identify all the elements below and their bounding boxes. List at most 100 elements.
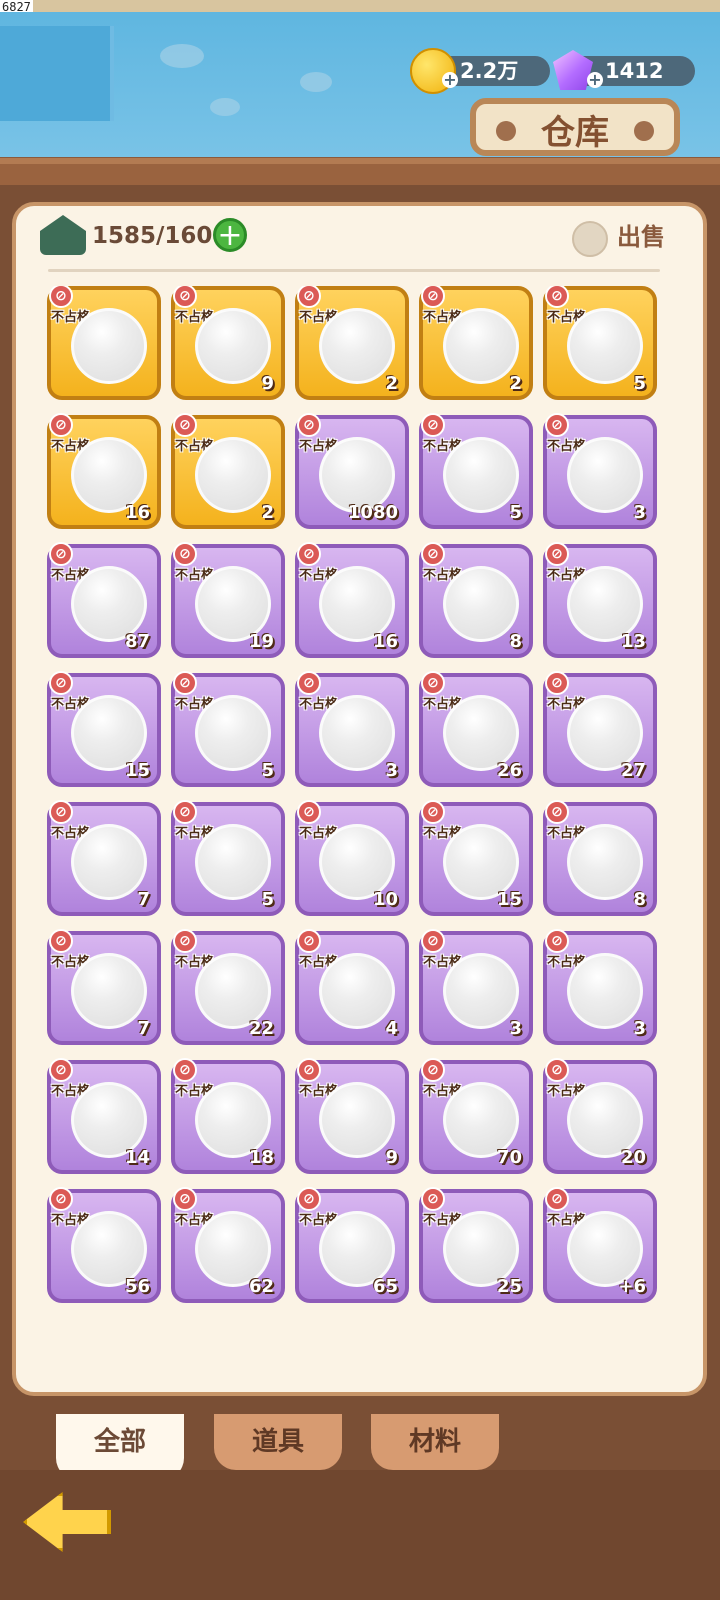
no-slot-icon: ⊘ (545, 929, 569, 953)
item-slot[interactable]: ⊘ 不占格 10 (295, 800, 409, 916)
footer-bar (0, 1470, 720, 1600)
no-slot-icon: ⊘ (297, 671, 321, 695)
item-slot[interactable]: ⊘ 不占格 (47, 286, 161, 400)
item-count: 3 (509, 1018, 522, 1039)
item-count: 7 (137, 889, 150, 910)
item-slot[interactable]: ⊘ 不占格 9 (171, 286, 285, 400)
sell-label[interactable]: 出售 (617, 221, 665, 253)
item-slot[interactable]: ⊘ 不占格 3 (419, 929, 533, 1045)
item-slot[interactable]: ⊘ 不占格 4 (295, 929, 409, 1045)
coin-pill[interactable]: + 2.2万 (410, 48, 550, 94)
item-slot[interactable]: ⊘ 不占格 87 (47, 542, 161, 658)
fish-decoration (160, 44, 204, 68)
hat-cat-icon (195, 824, 271, 900)
item-count: 16 (124, 502, 150, 523)
item-count: 15 (496, 889, 522, 910)
item-slot[interactable]: ⊘ 不占格 7 (47, 800, 161, 916)
item-slot[interactable]: ⊘ 不占格 3 (543, 413, 657, 529)
no-slot-icon: ⊘ (49, 929, 73, 953)
no-slot-icon: ⊘ (545, 542, 569, 566)
biscuit-icon (195, 695, 271, 771)
no-slot-icon: ⊘ (545, 800, 569, 824)
item-slot[interactable]: ⊘ 不占格 14 (47, 1058, 161, 1174)
mummy-cat-icon (71, 824, 147, 900)
clock-icon (443, 437, 519, 513)
item-slot[interactable]: ⊘ 不占格 3 (543, 929, 657, 1045)
item-slot[interactable]: ⊘ 不占格 +6 (543, 1187, 657, 1303)
no-slot-icon: ⊘ (297, 413, 321, 437)
item-slot[interactable]: ⊘ 不占格 3 (295, 671, 409, 787)
gem-value: 1412 (605, 59, 664, 83)
item-count: 62 (248, 1276, 274, 1297)
top-scene: 6827 + 2.2万 + 1412 仓库 (0, 0, 720, 185)
item-slot[interactable]: ⊘ 不占格 5 (171, 800, 285, 916)
item-slot[interactable]: ⊘ 不占格 15 (47, 671, 161, 787)
item-slot[interactable]: ⊘ 不占格 15 (419, 800, 533, 916)
item-count: 3 (385, 760, 398, 781)
item-count: 25 (496, 1276, 522, 1297)
item-slot[interactable]: ⊘ 不占格 20 (543, 1058, 657, 1174)
item-count: 16 (372, 631, 398, 652)
item-count: 4 (385, 1018, 398, 1039)
item-count: 14 (124, 1147, 150, 1168)
no-slot-icon: ⊘ (421, 413, 445, 437)
crystal-bottle-icon (567, 437, 643, 513)
coin-value: 2.2万 (460, 59, 519, 83)
add-gems-icon: + (587, 70, 603, 89)
item-slot[interactable]: ⊘ 不占格 9 (295, 1058, 409, 1174)
item-slot[interactable]: ⊘ 不占格 27 (543, 671, 657, 787)
item-slot[interactable]: ⊘ 不占格 1080 (295, 413, 409, 529)
no-slot-icon: ⊘ (297, 1187, 321, 1211)
no-slot-icon: ⊘ (297, 542, 321, 566)
item-slot[interactable]: ⊘ 不占格 8 (543, 800, 657, 916)
no-slot-icon: ⊘ (173, 413, 197, 437)
item-slot[interactable]: ⊘ 不占格 65 (295, 1187, 409, 1303)
gem-pill[interactable]: + 1412 (553, 50, 695, 90)
tab-material[interactable]: 材料 (371, 1414, 499, 1470)
cloud-cat-icon (195, 308, 271, 384)
tab-bar: 全部 道具 材料 (0, 1396, 720, 1480)
feather-cat-icon (567, 824, 643, 900)
no-slot-icon: ⊘ (421, 929, 445, 953)
sell-toggle[interactable] (572, 221, 608, 257)
item-slot[interactable]: ⊘ 不占格 8 (419, 542, 533, 658)
item-slot[interactable]: ⊘ 不占格 25 (419, 1187, 533, 1303)
item-slot[interactable]: ⊘ 不占格 2 (295, 286, 409, 400)
item-slot[interactable]: ⊘ 不占格 16 (47, 413, 161, 529)
item-slot[interactable]: ⊘ 不占格 56 (47, 1187, 161, 1303)
add-capacity-button[interactable]: + (213, 218, 247, 252)
item-slot[interactable]: ⊘ 不占格 13 (543, 542, 657, 658)
item-slot[interactable]: ⊘ 不占格 70 (419, 1058, 533, 1174)
item-count: 1080 (347, 502, 398, 523)
item-slot[interactable]: ⊘ 不占格 62 (171, 1187, 285, 1303)
item-slot[interactable]: ⊘ 不占格 22 (171, 929, 285, 1045)
no-slot-icon: ⊘ (173, 286, 197, 308)
item-slot[interactable]: ⊘ 不占格 2 (419, 286, 533, 400)
item-count: 7 (137, 1018, 150, 1039)
item-slot[interactable]: ⊘ 不占格 16 (295, 542, 409, 658)
no-slot-icon: ⊘ (421, 286, 445, 308)
no-slot-icon: ⊘ (545, 1187, 569, 1211)
item-count: 9 (261, 373, 274, 394)
no-slot-icon: ⊘ (173, 1187, 197, 1211)
item-count: 26 (496, 760, 522, 781)
item-slot[interactable]: ⊘ 不占格 5 (171, 671, 285, 787)
item-slot[interactable]: ⊘ 不占格 26 (419, 671, 533, 787)
item-slot[interactable]: ⊘ 不占格 19 (171, 542, 285, 658)
shelf (0, 158, 720, 185)
bottle-icon (71, 308, 147, 384)
no-slot-icon: ⊘ (545, 286, 569, 308)
item-count: 8 (633, 889, 646, 910)
item-slot[interactable]: ⊘ 不占格 18 (171, 1058, 285, 1174)
no-slot-icon: ⊘ (545, 671, 569, 695)
paw-icon (634, 121, 654, 141)
capacity-text: 1585/1600 (92, 223, 229, 249)
item-slot[interactable]: ⊘ 不占格 7 (47, 929, 161, 1045)
item-slot[interactable]: ⊘ 不占格 2 (171, 413, 285, 529)
no-slot-icon: ⊘ (49, 671, 73, 695)
tab-props[interactable]: 道具 (214, 1414, 342, 1470)
item-slot[interactable]: ⊘ 不占格 5 (419, 413, 533, 529)
item-count: 65 (372, 1276, 398, 1297)
item-slot[interactable]: ⊘ 不占格 5 (543, 286, 657, 400)
item-count: 5 (509, 502, 522, 523)
